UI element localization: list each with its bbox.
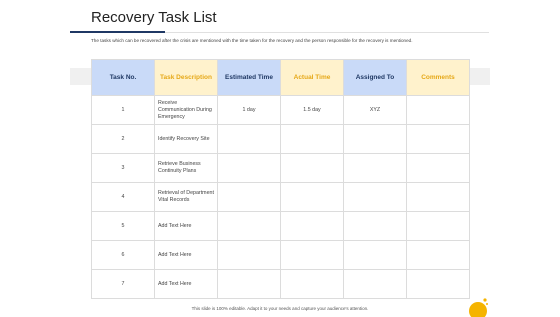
cell-estimated-time [217,269,281,299]
cell-task-no: 4 [91,182,155,212]
cell-actual-time [280,269,344,299]
cell-task-no: 3 [91,153,155,183]
table-row: 1 Receive Communication During Emergency 1… [91,95,470,125]
table-header-row: Task No. Task Description Estimated Time… [91,59,470,96]
cell-assigned-to [343,211,407,241]
cell-actual-time: 1.5 day [280,95,344,125]
cell-estimated-time [217,124,281,154]
header-comments: Comments [406,59,470,96]
cell-estimated-time: 1 day [217,95,281,125]
cell-assigned-to: XYZ [343,95,407,125]
header-estimated-time: Estimated Time [217,59,281,96]
cell-task-no: 2 [91,124,155,154]
page-description: The tasks which can be recovered after t… [91,38,413,43]
title-underline [70,31,165,33]
sun-icon [469,298,488,317]
cell-task-description: Retrieve Business Continuity Plans [154,153,218,183]
table-row: 4 Retrieval of Department Vital Records [91,182,470,212]
cell-task-description: Add Text Here [154,211,218,241]
header-assigned-to: Assigned To [343,59,407,96]
table-row: 5 Add Text Here [91,211,470,241]
cell-task-description: Add Text Here [154,269,218,299]
cell-task-description: Identify Recovery Site [154,124,218,154]
cell-actual-time [280,240,344,270]
cell-actual-time [280,211,344,241]
cell-estimated-time [217,153,281,183]
table-row: 7 Add Text Here [91,269,470,299]
cell-comments [406,153,470,183]
cell-assigned-to [343,153,407,183]
page-title: Recovery Task List [91,9,217,26]
cell-task-no: 7 [91,269,155,299]
cell-task-no: 5 [91,211,155,241]
cell-actual-time [280,153,344,183]
cell-assigned-to [343,182,407,212]
cell-estimated-time [217,211,281,241]
cell-actual-time [280,182,344,212]
cell-comments [406,240,470,270]
table-row: 2 Identify Recovery Site [91,124,470,154]
cell-actual-time [280,124,344,154]
cell-comments [406,124,470,154]
cell-task-no: 1 [91,95,155,125]
cell-comments [406,95,470,125]
cell-assigned-to [343,269,407,299]
cell-task-description: Add Text Here [154,240,218,270]
recovery-task-table: Task No. Task Description Estimated Time… [91,59,470,299]
table-row: 3 Retrieve Business Continuity Plans [91,153,470,183]
cell-comments [406,182,470,212]
header-actual-time: Actual Time [280,59,344,96]
cell-task-description: Receive Communication During Emergency [154,95,218,125]
cell-assigned-to [343,240,407,270]
table-row: 6 Add Text Here [91,240,470,270]
cell-comments [406,269,470,299]
cell-estimated-time [217,182,281,212]
header-task-no: Task No. [91,59,155,96]
header-task-description: Task Description [154,59,218,96]
cell-estimated-time [217,240,281,270]
cell-comments [406,211,470,241]
cell-task-no: 6 [91,240,155,270]
cell-assigned-to [343,124,407,154]
title-divider [165,31,489,33]
cell-task-description: Retrieval of Department Vital Records [154,182,218,212]
